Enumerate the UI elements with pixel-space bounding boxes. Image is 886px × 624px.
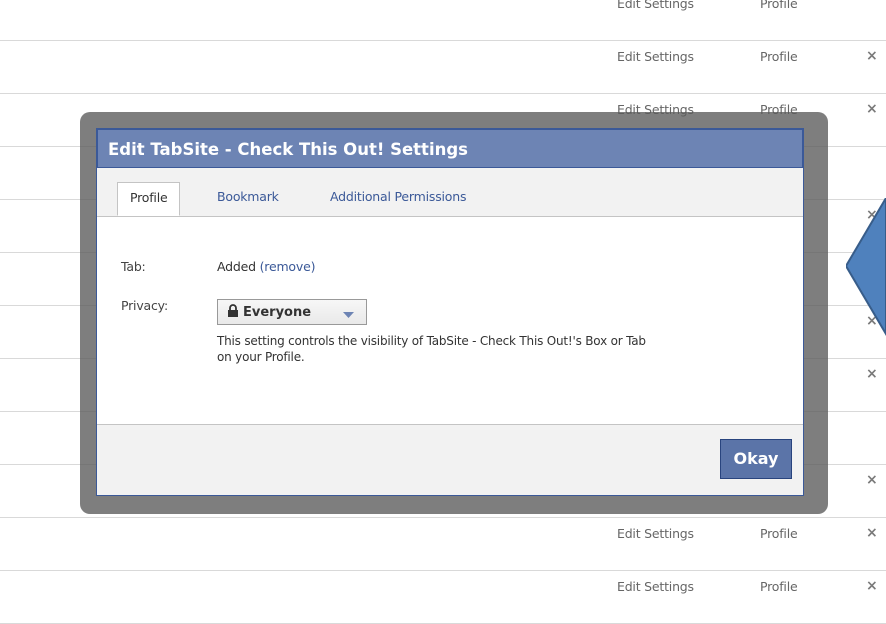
lock-icon — [227, 304, 239, 321]
dialog-title: Edit TabSite - Check This Out! Settings — [108, 140, 468, 159]
edit-settings-link[interactable]: Edit Settings — [617, 526, 694, 541]
callout-arrow — [846, 198, 886, 336]
dialog-tab-bar: Profile Bookmark Additional Permissions — [97, 168, 803, 217]
settings-row: Edit Settings Profile — [0, 0, 886, 41]
remove-link[interactable]: remove — [264, 259, 310, 274]
remove-paren-close: ) — [310, 259, 316, 274]
profile-link[interactable]: Profile — [760, 579, 798, 594]
close-icon[interactable]: × — [866, 101, 878, 117]
profile-link[interactable]: Profile — [760, 49, 798, 64]
chevron-down-icon — [343, 308, 354, 322]
close-icon[interactable]: × — [866, 48, 878, 64]
tab-profile[interactable]: Profile — [117, 182, 181, 216]
edit-settings-link[interactable]: Edit Settings — [617, 49, 694, 64]
edit-settings-dialog: Edit TabSite - Check This Out! Settings … — [96, 128, 804, 496]
tab-bookmark[interactable]: Bookmark — [205, 182, 291, 215]
profile-link[interactable]: Profile — [760, 0, 798, 11]
close-icon[interactable]: × — [866, 472, 878, 488]
tab-additional-permissions[interactable]: Additional Permissions — [318, 182, 478, 215]
tab-field-label: Tab: — [121, 259, 146, 274]
okay-button[interactable]: Okay — [720, 439, 792, 479]
dialog-footer: Okay — [97, 424, 803, 495]
profile-link[interactable]: Profile — [760, 526, 798, 541]
close-icon[interactable]: × — [866, 366, 878, 382]
privacy-help-text: This setting controls the visibility of … — [217, 334, 646, 364]
dialog-title-bar: Edit TabSite - Check This Out! Settings — [97, 129, 803, 168]
privacy-label: Privacy: — [121, 298, 168, 313]
settings-row: Edit Settings Profile × — [0, 571, 886, 624]
edit-settings-link[interactable]: Edit Settings — [617, 0, 694, 11]
tab-field-value: Added (remove) — [217, 259, 315, 274]
close-icon[interactable]: × — [866, 525, 878, 541]
close-icon[interactable]: × — [866, 578, 878, 594]
privacy-value: Everyone — [243, 305, 312, 320]
settings-row: Edit Settings Profile × — [0, 518, 886, 571]
settings-row: Edit Settings Profile × — [0, 41, 886, 94]
privacy-dropdown-button[interactable]: Everyone — [217, 299, 367, 325]
tab-status: Added — [217, 259, 256, 274]
dialog-body: Tab: Added (remove) Privacy: Everyone Th… — [97, 217, 803, 427]
edit-settings-link[interactable]: Edit Settings — [617, 579, 694, 594]
